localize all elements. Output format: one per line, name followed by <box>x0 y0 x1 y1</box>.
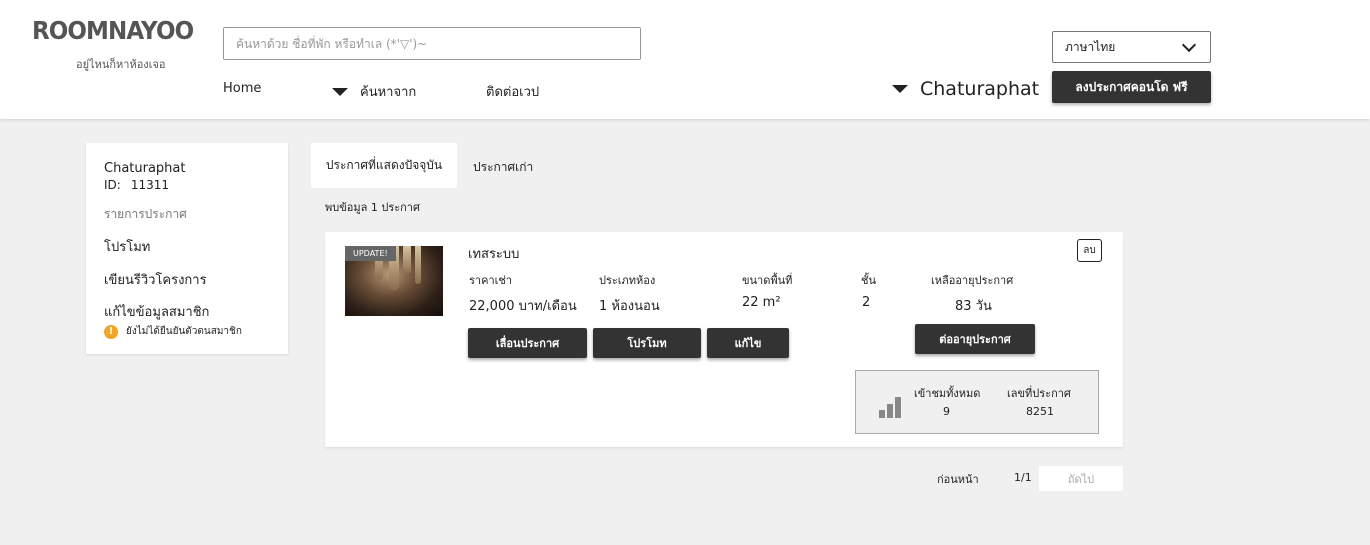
listing-card: UPDATE! เทสระบบ ลบ ราคาเช่า 22,000 บาท/เ… <box>325 232 1123 447</box>
header: ROOMNAYOO อยู่ไหนก็หาห้องเจอ ค้นหาด้วย ช… <box>0 0 1370 119</box>
user-id-value: 11311 <box>130 178 170 192</box>
renew-listing-button[interactable]: ต่ออายุประกาศ <box>915 324 1035 354</box>
promote-button[interactable]: โปรโมท <box>593 328 701 358</box>
language-value: ภาษาไทย <box>1065 39 1116 54</box>
bar-chart-icon <box>879 396 903 418</box>
caret-down-icon <box>892 85 908 93</box>
verification-warning: ! ยังไม่ได้ยืนยันตัวตนสมาชิก <box>104 324 242 339</box>
user-name: Chaturaphat <box>920 78 1040 100</box>
area-value: 22 m² <box>742 295 781 310</box>
delete-button[interactable]: ลบ <box>1077 239 1102 262</box>
room-type-label: ประเภทห้อง <box>599 274 656 287</box>
nav-home[interactable]: Home <box>223 81 261 96</box>
logo[interactable]: ROOMNAYOO <box>32 16 194 45</box>
rent-label: ราคาเช่า <box>469 274 513 287</box>
listing-number-label: เลขที่ประกาศ <box>1007 387 1071 400</box>
views-value: 9 <box>943 405 950 418</box>
page-indicator: 1/1 <box>1014 471 1032 484</box>
expiry-label: เหลืออายุประกาศ <box>931 274 1014 287</box>
tagline: อยู่ไหนก็หาห้องเจอ <box>76 58 166 71</box>
views-label: เข้าชมทั้งหมด <box>914 387 981 400</box>
results-count: พบข้อมูล 1 ประกาศ <box>325 201 420 214</box>
tab-old-listings[interactable]: ประกาศเก่า <box>473 158 533 177</box>
sidebar-item-listings[interactable]: รายการประกาศ <box>104 205 187 224</box>
bump-listing-button[interactable]: เลื่อนประกาศ <box>468 328 587 358</box>
nav-search-from-label: ค้นหาจาก <box>360 85 417 100</box>
sidebar-user-id: ID: 11311 <box>104 178 169 192</box>
sidebar-item-promote[interactable]: โปรโมท <box>104 236 150 257</box>
caret-down-icon <box>332 87 348 96</box>
listing-title[interactable]: เทสระบบ <box>468 243 519 264</box>
sidebar-user-name: Chaturaphat <box>104 161 186 176</box>
floor-value: 2 <box>862 295 871 310</box>
next-page-button[interactable]: ถัดไป <box>1039 466 1123 491</box>
expiry-value: 83 วัน <box>955 299 992 314</box>
warning-icon: ! <box>104 324 118 339</box>
chevron-down-icon <box>1181 37 1197 52</box>
language-select[interactable]: ภาษาไทย <box>1052 31 1211 63</box>
floor-label: ชั้น <box>861 274 876 287</box>
prev-page-button[interactable]: ก่อนหน้า <box>937 470 979 488</box>
user-menu[interactable]: Chaturaphat <box>892 78 1039 100</box>
sidebar: Chaturaphat ID: 11311 รายการประกาศ โปรโมท… <box>86 143 288 354</box>
search-input[interactable]: ค้นหาด้วย ชื่อที่พัก หรือทำเล (*'▽')~ <box>223 27 641 60</box>
listing-number-value: 8251 <box>1026 405 1054 418</box>
sidebar-item-edit-member[interactable]: แก้ไขข้อมูลสมาชิก <box>104 301 209 322</box>
tab-current-listings[interactable]: ประกาศที่แสดงปัจจุบัน <box>311 143 457 188</box>
user-id-label: ID: <box>104 178 121 192</box>
sidebar-item-write-review[interactable]: เขียนรีวิวโครงการ <box>104 269 207 290</box>
post-listing-button[interactable]: ลงประกาศคอนโด ฟรี <box>1052 71 1211 103</box>
thumbnail-detail <box>403 246 411 274</box>
listing-thumbnail[interactable]: UPDATE! <box>345 246 443 316</box>
area-label: ขนาดพื้นที่ <box>742 274 793 287</box>
edit-button[interactable]: แก้ไข <box>707 328 789 358</box>
verification-warning-text: ยังไม่ได้ยืนยันตัวตนสมาชิก <box>126 326 242 337</box>
nav-contact[interactable]: ติดต่อเวป <box>486 81 539 102</box>
update-badge: UPDATE! <box>345 246 396 261</box>
listing-stats: เข้าชมทั้งหมด 9 เลขที่ประกาศ 8251 <box>855 370 1099 434</box>
room-type-value: 1 ห้องนอน <box>599 299 660 314</box>
nav-search-from[interactable]: ค้นหาจาก <box>332 81 416 102</box>
rent-value: 22,000 บาท/เดือน <box>469 299 577 314</box>
thumbnail-detail <box>415 246 421 284</box>
